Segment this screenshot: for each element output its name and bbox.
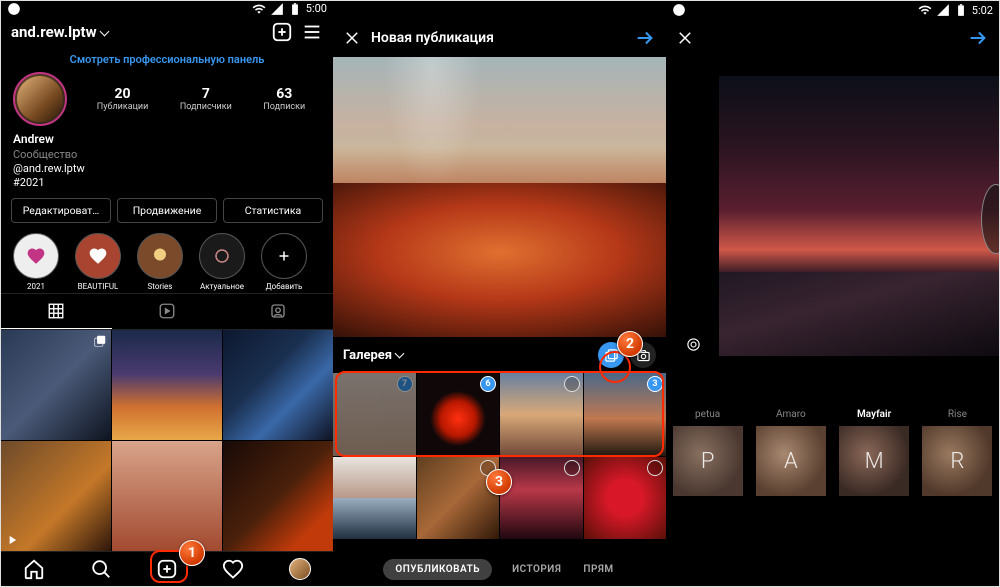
filter-preview[interactable] bbox=[666, 57, 999, 375]
gallery-thumbnail[interactable]: 3 bbox=[584, 373, 667, 456]
home-icon[interactable] bbox=[23, 558, 45, 580]
search-icon[interactable] bbox=[90, 558, 112, 580]
signal-icon bbox=[270, 2, 284, 16]
new-post-title: Новая публикация bbox=[371, 30, 624, 46]
feed-thumbnail[interactable] bbox=[223, 441, 333, 551]
close-icon[interactable] bbox=[676, 29, 694, 47]
pro-panel-link[interactable]: Смотреть профессиональную панель bbox=[1, 47, 333, 72]
bottom-nav bbox=[1, 551, 333, 586]
filter-option[interactable]: Mayfair M bbox=[833, 409, 916, 496]
feed-thumbnail[interactable] bbox=[112, 330, 222, 440]
mode-live[interactable]: ПРЯМ bbox=[581, 559, 615, 580]
feed-thumbnail[interactable] bbox=[1, 330, 111, 440]
status-bar bbox=[333, 1, 666, 19]
highlight-add[interactable]: Добавить bbox=[259, 233, 309, 284]
following-stat[interactable]: 63Подписки bbox=[263, 86, 305, 112]
gallery-thumbnail[interactable] bbox=[500, 373, 583, 456]
tutorial-step-3: 3 bbox=[486, 469, 512, 495]
feed-thumbnail[interactable] bbox=[223, 330, 333, 440]
grid-tab[interactable] bbox=[1, 294, 112, 329]
status-bar: 5:00 bbox=[1, 1, 333, 17]
tutorial-step-2: 2 bbox=[617, 331, 643, 357]
phone-new-post: Новая публикация Галерея 7 6 3 4 ОПУБЛИК… bbox=[333, 1, 666, 586]
shazam-icon bbox=[7, 2, 21, 16]
promote-button[interactable]: Продвижение bbox=[117, 198, 217, 223]
tagged-tab[interactable] bbox=[222, 294, 333, 329]
gallery-thumbnail[interactable]: 7 bbox=[333, 373, 416, 456]
wifi-icon bbox=[918, 3, 932, 17]
mode-publish[interactable]: ОПУБЛИКОВАТЬ bbox=[383, 559, 492, 580]
activity-icon[interactable] bbox=[222, 558, 244, 580]
gallery-grid: 7 6 3 bbox=[333, 373, 666, 456]
shazam-icon bbox=[672, 3, 686, 17]
bio-block: Andrew Сообщество @and.rew.lptw #2021 bbox=[1, 132, 333, 198]
highlight-item[interactable]: 2021 bbox=[11, 233, 61, 284]
username-dropdown[interactable]: and.rew.lptw bbox=[11, 23, 108, 41]
gallery-dropdown[interactable]: Галерея bbox=[343, 348, 592, 363]
gallery-thumbnail[interactable] bbox=[500, 457, 583, 540]
tutorial-step-1: 1 bbox=[179, 540, 205, 566]
tag-people-button[interactable] bbox=[680, 331, 706, 357]
close-icon[interactable] bbox=[343, 29, 361, 47]
followers-stat[interactable]: 7Подписчики bbox=[180, 86, 232, 112]
status-bar: 5:02 bbox=[666, 1, 999, 19]
next-arrow-icon[interactable] bbox=[634, 27, 656, 49]
clock-text: 5:02 bbox=[972, 4, 993, 17]
chevron-down-icon bbox=[396, 348, 403, 363]
filter-option[interactable]: Amaro A bbox=[749, 409, 832, 496]
posts-stat[interactable]: 20Публикации bbox=[97, 86, 149, 112]
edit-profile-button[interactable]: Редактироват… bbox=[11, 198, 111, 223]
highlight-item[interactable]: BEAUTIFUL bbox=[73, 233, 123, 284]
reels-tab[interactable] bbox=[112, 294, 223, 329]
chevron-down-icon bbox=[101, 23, 108, 41]
insights-button[interactable]: Статистика bbox=[223, 198, 323, 223]
battery-icon bbox=[954, 3, 968, 17]
phone-profile: 5:00 and.rew.lptw Смотреть профессиональ… bbox=[1, 1, 333, 586]
gallery-thumbnail[interactable] bbox=[417, 457, 500, 540]
feed-thumbnail[interactable] bbox=[112, 441, 222, 551]
profile-avatar-nav[interactable] bbox=[289, 558, 311, 580]
feed-grid bbox=[1, 330, 333, 551]
wifi-icon bbox=[252, 2, 266, 16]
gallery-thumbnail[interactable] bbox=[584, 457, 667, 540]
gallery-thumbnail[interactable]: 6 bbox=[417, 373, 500, 456]
play-icon bbox=[5, 533, 19, 547]
avatar[interactable] bbox=[13, 72, 67, 126]
post-mode-tabs: ОПУБЛИКОВАТЬ ИСТОРИЯ ПРЯМ bbox=[333, 559, 666, 580]
filter-option[interactable]: petua P bbox=[666, 409, 749, 496]
signal-icon bbox=[936, 3, 950, 17]
battery-icon bbox=[288, 2, 302, 16]
filter-option[interactable]: Rise R bbox=[916, 409, 999, 496]
mode-story[interactable]: ИСТОРИЯ bbox=[510, 559, 563, 580]
filter-strip[interactable]: petua P Amaro A Mayfair M Rise R bbox=[666, 375, 999, 496]
new-post-icon[interactable] bbox=[156, 558, 178, 580]
carousel-icon bbox=[93, 334, 107, 348]
feed-thumbnail[interactable] bbox=[1, 441, 111, 551]
clock-text: 5:00 bbox=[306, 2, 327, 15]
create-post-icon[interactable] bbox=[271, 21, 293, 43]
highlight-item[interactable]: Stories bbox=[135, 233, 185, 284]
photo-preview[interactable] bbox=[333, 57, 666, 337]
next-arrow-icon[interactable] bbox=[967, 27, 989, 49]
highlight-item[interactable]: Актуальное bbox=[197, 233, 247, 284]
gallery-thumbnail[interactable]: 4 bbox=[333, 457, 416, 540]
hamburger-icon[interactable] bbox=[301, 21, 323, 43]
phone-filters: 5:02 petua P Amaro A Mayfair M Rise R bbox=[666, 1, 999, 586]
